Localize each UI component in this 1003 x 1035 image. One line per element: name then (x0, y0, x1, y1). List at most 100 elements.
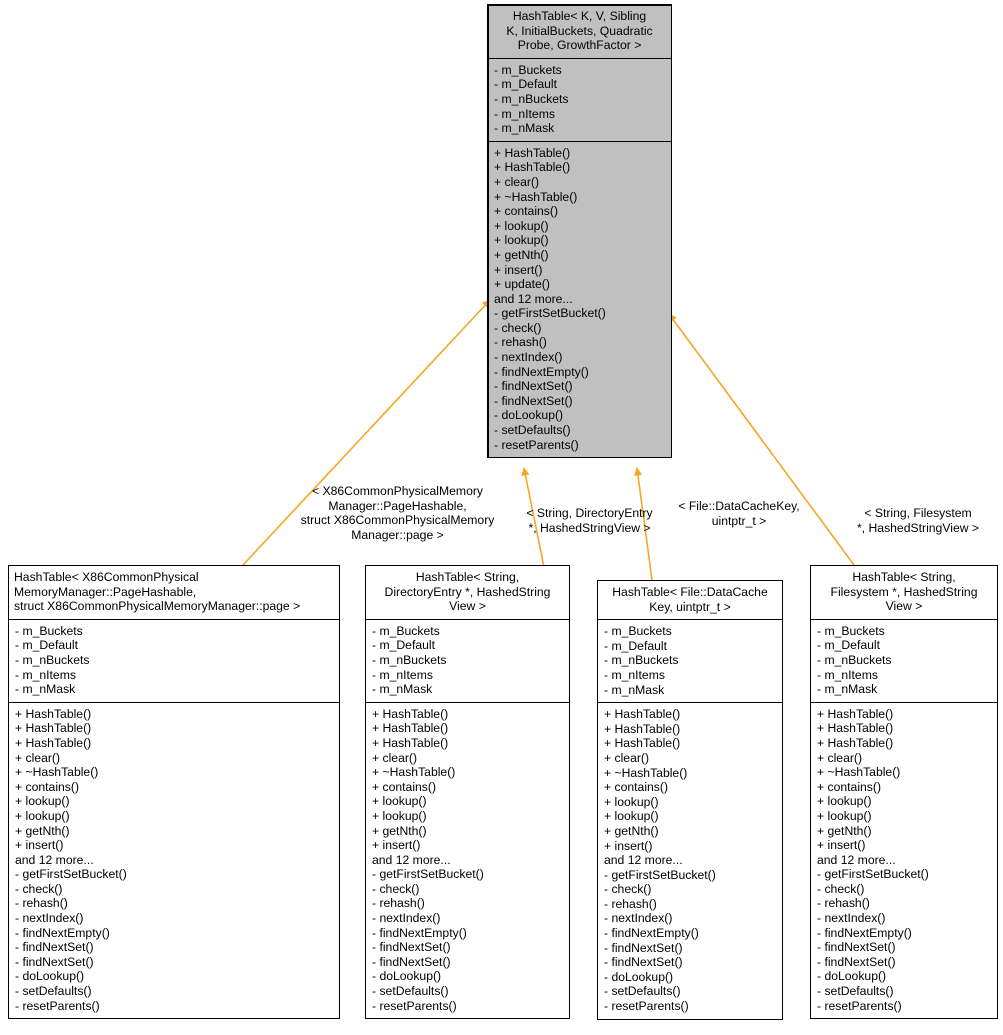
class-member-row: - m_Default (372, 638, 435, 653)
class-box-child3[interactable]: HashTable< File::DataCache Key, uintptr_… (597, 580, 783, 1020)
class-member-row: - findNextSet() (817, 954, 896, 969)
class-member-row: and 12 more... (15, 852, 94, 867)
class-member-row: + ~HashTable() (372, 765, 456, 780)
class-member-row: + HashTable() (15, 735, 92, 750)
class-attributes-child1: - m_Buckets - m_Default - m_nBuckets - m_nI… (9, 620, 339, 703)
class-member-row: + insert() (817, 838, 866, 853)
class-member-row: + HashTable() (494, 145, 571, 160)
class-member-row: - m_nBuckets (494, 91, 569, 106)
class-box-child2[interactable]: HashTable< String, DirectoryEntry *, Has… (365, 565, 570, 1020)
class-member-row: - resetParents() (817, 998, 902, 1013)
class-member-row: + getNth() (817, 823, 872, 838)
class-member-row: - check() (372, 881, 420, 896)
class-box-root[interactable]: HashTable< K, V, Sibling K, InitialBucke… (487, 4, 672, 459)
class-member-row: - doLookup() (604, 969, 674, 984)
class-member-row: - findNextSet() (604, 955, 683, 970)
class-member-row: - m_nItems (494, 106, 555, 121)
class-member-row: - getFirstSetBucket() (494, 306, 606, 321)
class-member-row: + update() (494, 277, 550, 292)
class-member-row: and 12 more... (494, 291, 573, 306)
class-methods-child2: + HashTable() + HashTable() + HashTable() +… (366, 703, 569, 1018)
edge-label-child3: < File::DataCacheKey, uintptr_t > (678, 499, 800, 528)
class-member-row: - doLookup() (494, 408, 564, 423)
class-member-row: - m_Buckets (15, 623, 83, 638)
class-member-row: + contains() (15, 779, 80, 794)
class-member-row: - nextIndex() (817, 911, 886, 926)
edge-label-child2: < String, DirectoryEntry *, HashedString… (526, 506, 653, 535)
class-member-row: + HashTable() (604, 721, 681, 736)
class-member-row: + HashTable() (15, 706, 92, 721)
class-member-row: - check() (494, 320, 542, 335)
class-member-row: + contains() (494, 204, 559, 219)
class-member-row: - doLookup() (817, 969, 887, 984)
class-member-row: and 12 more... (604, 853, 683, 868)
class-member-row: - check() (15, 881, 63, 896)
class-member-row: + HashTable() (817, 721, 894, 736)
class-member-row: - rehash() (604, 896, 657, 911)
class-member-row: + HashTable() (372, 735, 449, 750)
class-methods-child4: + HashTable() + HashTable() + HashTable() +… (811, 703, 997, 1018)
class-member-row: + HashTable() (817, 735, 894, 750)
class-member-row: + getNth() (372, 823, 427, 838)
class-member-row: - findNextSet() (15, 954, 94, 969)
class-member-row: - m_nBuckets (817, 652, 892, 667)
class-member-row: - findNextSet() (494, 379, 573, 394)
class-member-row: + insert() (372, 838, 421, 853)
class-member-row: + lookup() (494, 233, 549, 248)
class-member-row: + clear() (372, 750, 418, 765)
class-member-row: - m_nBuckets (15, 652, 90, 667)
class-box-child1[interactable]: HashTable< X86CommonPhysical MemoryManag… (8, 565, 340, 1020)
class-member-row: - rehash() (817, 896, 870, 911)
class-member-row: - m_nBuckets (604, 653, 679, 668)
class-member-row: - m_Default (15, 638, 78, 653)
class-member-row: - findNextEmpty() (372, 925, 467, 940)
class-member-row: - rehash() (494, 335, 547, 350)
class-member-row: + getNth() (494, 247, 549, 262)
class-member-row: - findNextEmpty() (15, 925, 110, 940)
class-member-row: and 12 more... (817, 852, 896, 867)
class-member-row: - m_nItems (817, 667, 878, 682)
class-member-row: - m_nItems (604, 667, 665, 682)
class-member-row: + insert() (494, 262, 543, 277)
class-member-row: + contains() (604, 780, 669, 795)
class-member-row: + contains() (372, 779, 437, 794)
class-attributes-root: - m_Buckets - m_Default - m_nBuckets - m_nI… (488, 59, 671, 142)
class-member-row: - nextIndex() (604, 911, 673, 926)
class-methods-child1: + HashTable() + HashTable() + HashTable() +… (9, 703, 339, 1018)
uml-diagram-canvas: HashTable< K, V, Sibling K, InitialBucke… (0, 0, 1003, 1035)
class-member-row: - resetParents() (604, 999, 689, 1014)
class-member-row: + lookup() (604, 809, 659, 824)
class-member-row: - check() (604, 882, 652, 897)
class-member-row: - m_nMask (494, 121, 555, 136)
class-title-child1: HashTable< X86CommonPhysical MemoryManag… (9, 566, 339, 620)
class-attributes-child2: - m_Buckets - m_Default - m_nBuckets - m_nI… (366, 620, 569, 703)
class-member-row: - m_Default (604, 638, 667, 653)
edge-label-child1: < X86CommonPhysicalMemory Manager::PageH… (300, 484, 495, 542)
class-member-row: - findNextEmpty() (494, 364, 589, 379)
class-member-row: - findNextSet() (15, 940, 94, 955)
class-member-row: + clear() (604, 750, 650, 765)
class-attributes-child3: - m_Buckets - m_Default - m_nBuckets - m_nI… (598, 620, 782, 704)
class-box-child4[interactable]: HashTable< String, Filesystem *, HashedS… (810, 565, 998, 1020)
class-member-row: - findNextSet() (604, 940, 683, 955)
class-member-row: - m_Default (817, 638, 880, 653)
class-member-row: - findNextSet() (817, 940, 896, 955)
class-member-row: - setDefaults() (372, 984, 449, 999)
class-member-row: - findNextSet() (372, 954, 451, 969)
class-methods-root: + HashTable() + HashTable() + clear() + ~Ha… (488, 142, 671, 457)
class-member-row: - m_Default (494, 77, 557, 92)
class-title-child3: HashTable< File::DataCache Key, uintptr_… (598, 581, 782, 621)
class-member-row: + HashTable() (604, 707, 681, 722)
class-title-child2: HashTable< String, DirectoryEntry *, Has… (366, 566, 569, 620)
class-member-row: - nextIndex() (372, 911, 441, 926)
class-member-row: + lookup() (604, 794, 659, 809)
class-member-row: + lookup() (817, 794, 872, 809)
class-member-row: - setDefaults() (817, 984, 894, 999)
class-member-row: - check() (817, 881, 865, 896)
class-member-row: + HashTable() (817, 706, 894, 721)
class-member-row: + HashTable() (494, 160, 571, 175)
class-member-row: - m_nMask (817, 682, 878, 697)
class-member-row: - getFirstSetBucket() (15, 867, 127, 882)
class-member-row: + lookup() (372, 808, 427, 823)
class-member-row: - findNextSet() (494, 393, 573, 408)
